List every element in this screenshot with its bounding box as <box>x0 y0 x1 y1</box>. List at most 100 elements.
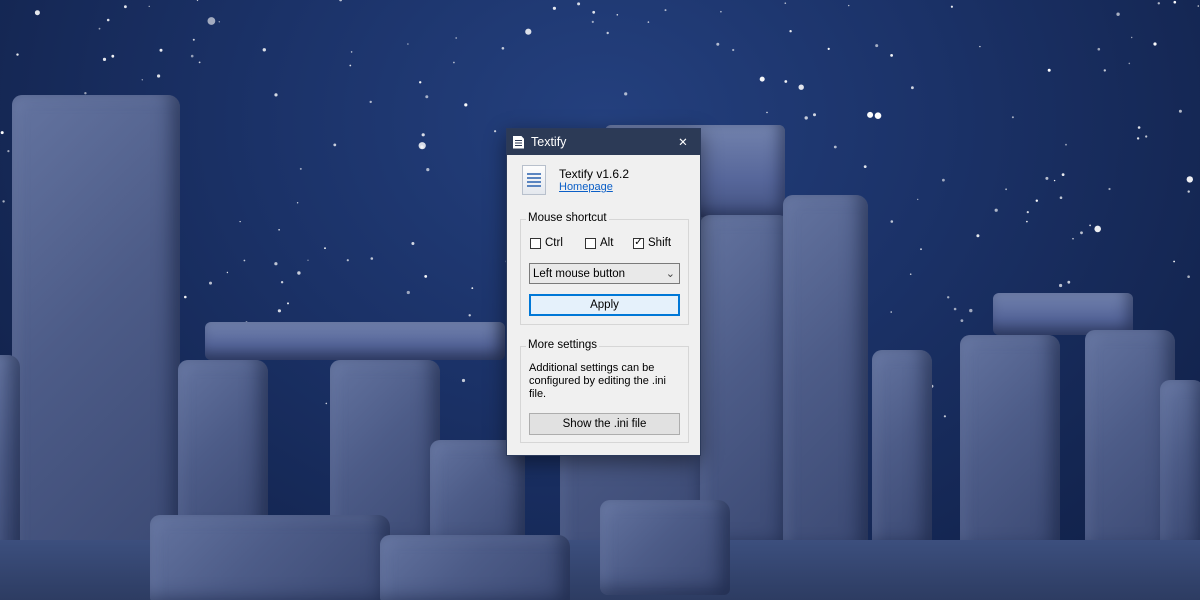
ctrl-checkbox-box[interactable] <box>530 237 541 249</box>
star <box>1131 36 1133 39</box>
close-button[interactable]: ✕ <box>674 132 692 152</box>
star <box>464 103 468 107</box>
star <box>920 248 922 251</box>
star <box>339 0 342 2</box>
star <box>471 287 474 289</box>
star <box>406 290 410 295</box>
mouse-button-value: Left mouse button <box>533 267 626 280</box>
star <box>455 37 458 39</box>
star <box>960 319 964 322</box>
star <box>325 402 328 405</box>
star <box>1026 220 1028 223</box>
star <box>307 259 309 261</box>
star <box>333 143 337 147</box>
star <box>616 14 619 16</box>
star <box>184 295 187 299</box>
star <box>243 259 246 262</box>
star <box>296 202 299 204</box>
star <box>461 378 466 383</box>
star <box>1065 143 1067 146</box>
star <box>280 281 284 284</box>
mouse-shortcut-label: Mouse shortcut <box>526 212 609 224</box>
alt-checkbox-box[interactable] <box>585 237 596 249</box>
star <box>1145 135 1148 138</box>
window-title: Textify <box>531 135 567 149</box>
star <box>98 27 101 30</box>
shift-checkbox[interactable]: ✓ Shift <box>633 237 671 249</box>
ctrl-checkbox[interactable]: Ctrl <box>530 237 563 249</box>
star <box>664 9 667 12</box>
shift-checkbox-box[interactable]: ✓ <box>633 237 644 249</box>
star <box>732 48 735 52</box>
homepage-link[interactable]: Homepage <box>559 181 613 193</box>
star <box>419 81 422 84</box>
star <box>239 221 241 223</box>
star <box>833 145 837 149</box>
star <box>716 42 720 46</box>
star <box>16 53 19 56</box>
star <box>1059 196 1063 199</box>
star <box>766 111 768 114</box>
star <box>1128 62 1131 65</box>
star <box>421 133 425 137</box>
star <box>950 5 954 8</box>
star <box>1116 12 1120 16</box>
star <box>624 92 628 96</box>
mouse-button-select[interactable]: Left mouse button ⌄ <box>529 263 680 284</box>
show-ini-file-button[interactable]: Show the .ini file <box>529 413 680 435</box>
star <box>798 84 804 90</box>
star <box>1173 0 1177 4</box>
star <box>209 281 212 285</box>
star <box>976 234 980 238</box>
star <box>890 54 893 57</box>
star <box>942 178 945 182</box>
alt-checkbox[interactable]: Alt <box>585 237 613 249</box>
more-settings-description: Additional settings can be configured by… <box>529 362 666 400</box>
star <box>299 167 302 170</box>
stone-right-mid <box>872 350 932 550</box>
star <box>350 51 353 53</box>
star <box>1108 187 1111 191</box>
star <box>591 20 594 23</box>
lintel-left <box>205 322 505 360</box>
star <box>606 31 609 35</box>
alt-checkbox-label[interactable]: Alt <box>600 237 613 249</box>
stone-mid-left <box>178 360 268 540</box>
mouse-shortcut-group: Mouse shortcut Ctrl Alt ✓ Shift Left mou… <box>520 212 689 325</box>
star <box>7 150 10 153</box>
star <box>1137 126 1141 129</box>
apply-button[interactable]: Apply <box>529 294 680 316</box>
shift-checkbox-label[interactable]: Shift <box>648 237 671 249</box>
close-icon: ✕ <box>678 137 688 149</box>
star <box>759 76 765 82</box>
star <box>411 242 415 245</box>
stone-fallen-right <box>600 500 730 595</box>
more-settings-group: More settings Additional settings can be… <box>520 339 689 443</box>
star <box>784 80 788 83</box>
star <box>1089 224 1091 227</box>
star <box>111 54 115 58</box>
more-settings-label: More settings <box>526 339 600 351</box>
star <box>468 314 471 317</box>
star <box>106 18 110 22</box>
star <box>278 229 280 231</box>
star <box>1035 199 1039 202</box>
star <box>141 79 143 81</box>
star <box>943 415 947 418</box>
star <box>192 38 195 41</box>
star <box>1045 176 1049 180</box>
star <box>0 131 4 135</box>
star <box>867 111 874 118</box>
star <box>494 130 497 133</box>
app-version: Textify v1.6.2 <box>559 167 630 181</box>
lintel-right <box>993 293 1133 335</box>
document-icon <box>513 135 524 149</box>
ctrl-checkbox-label[interactable]: Ctrl <box>545 237 563 249</box>
star <box>1153 42 1157 46</box>
title-bar[interactable]: Textify ✕ <box>507 129 700 155</box>
stone-far-right <box>1160 380 1200 555</box>
stone-fallen-left <box>150 515 390 600</box>
stone-center <box>430 440 525 550</box>
star <box>418 142 426 150</box>
star <box>1178 109 1182 113</box>
